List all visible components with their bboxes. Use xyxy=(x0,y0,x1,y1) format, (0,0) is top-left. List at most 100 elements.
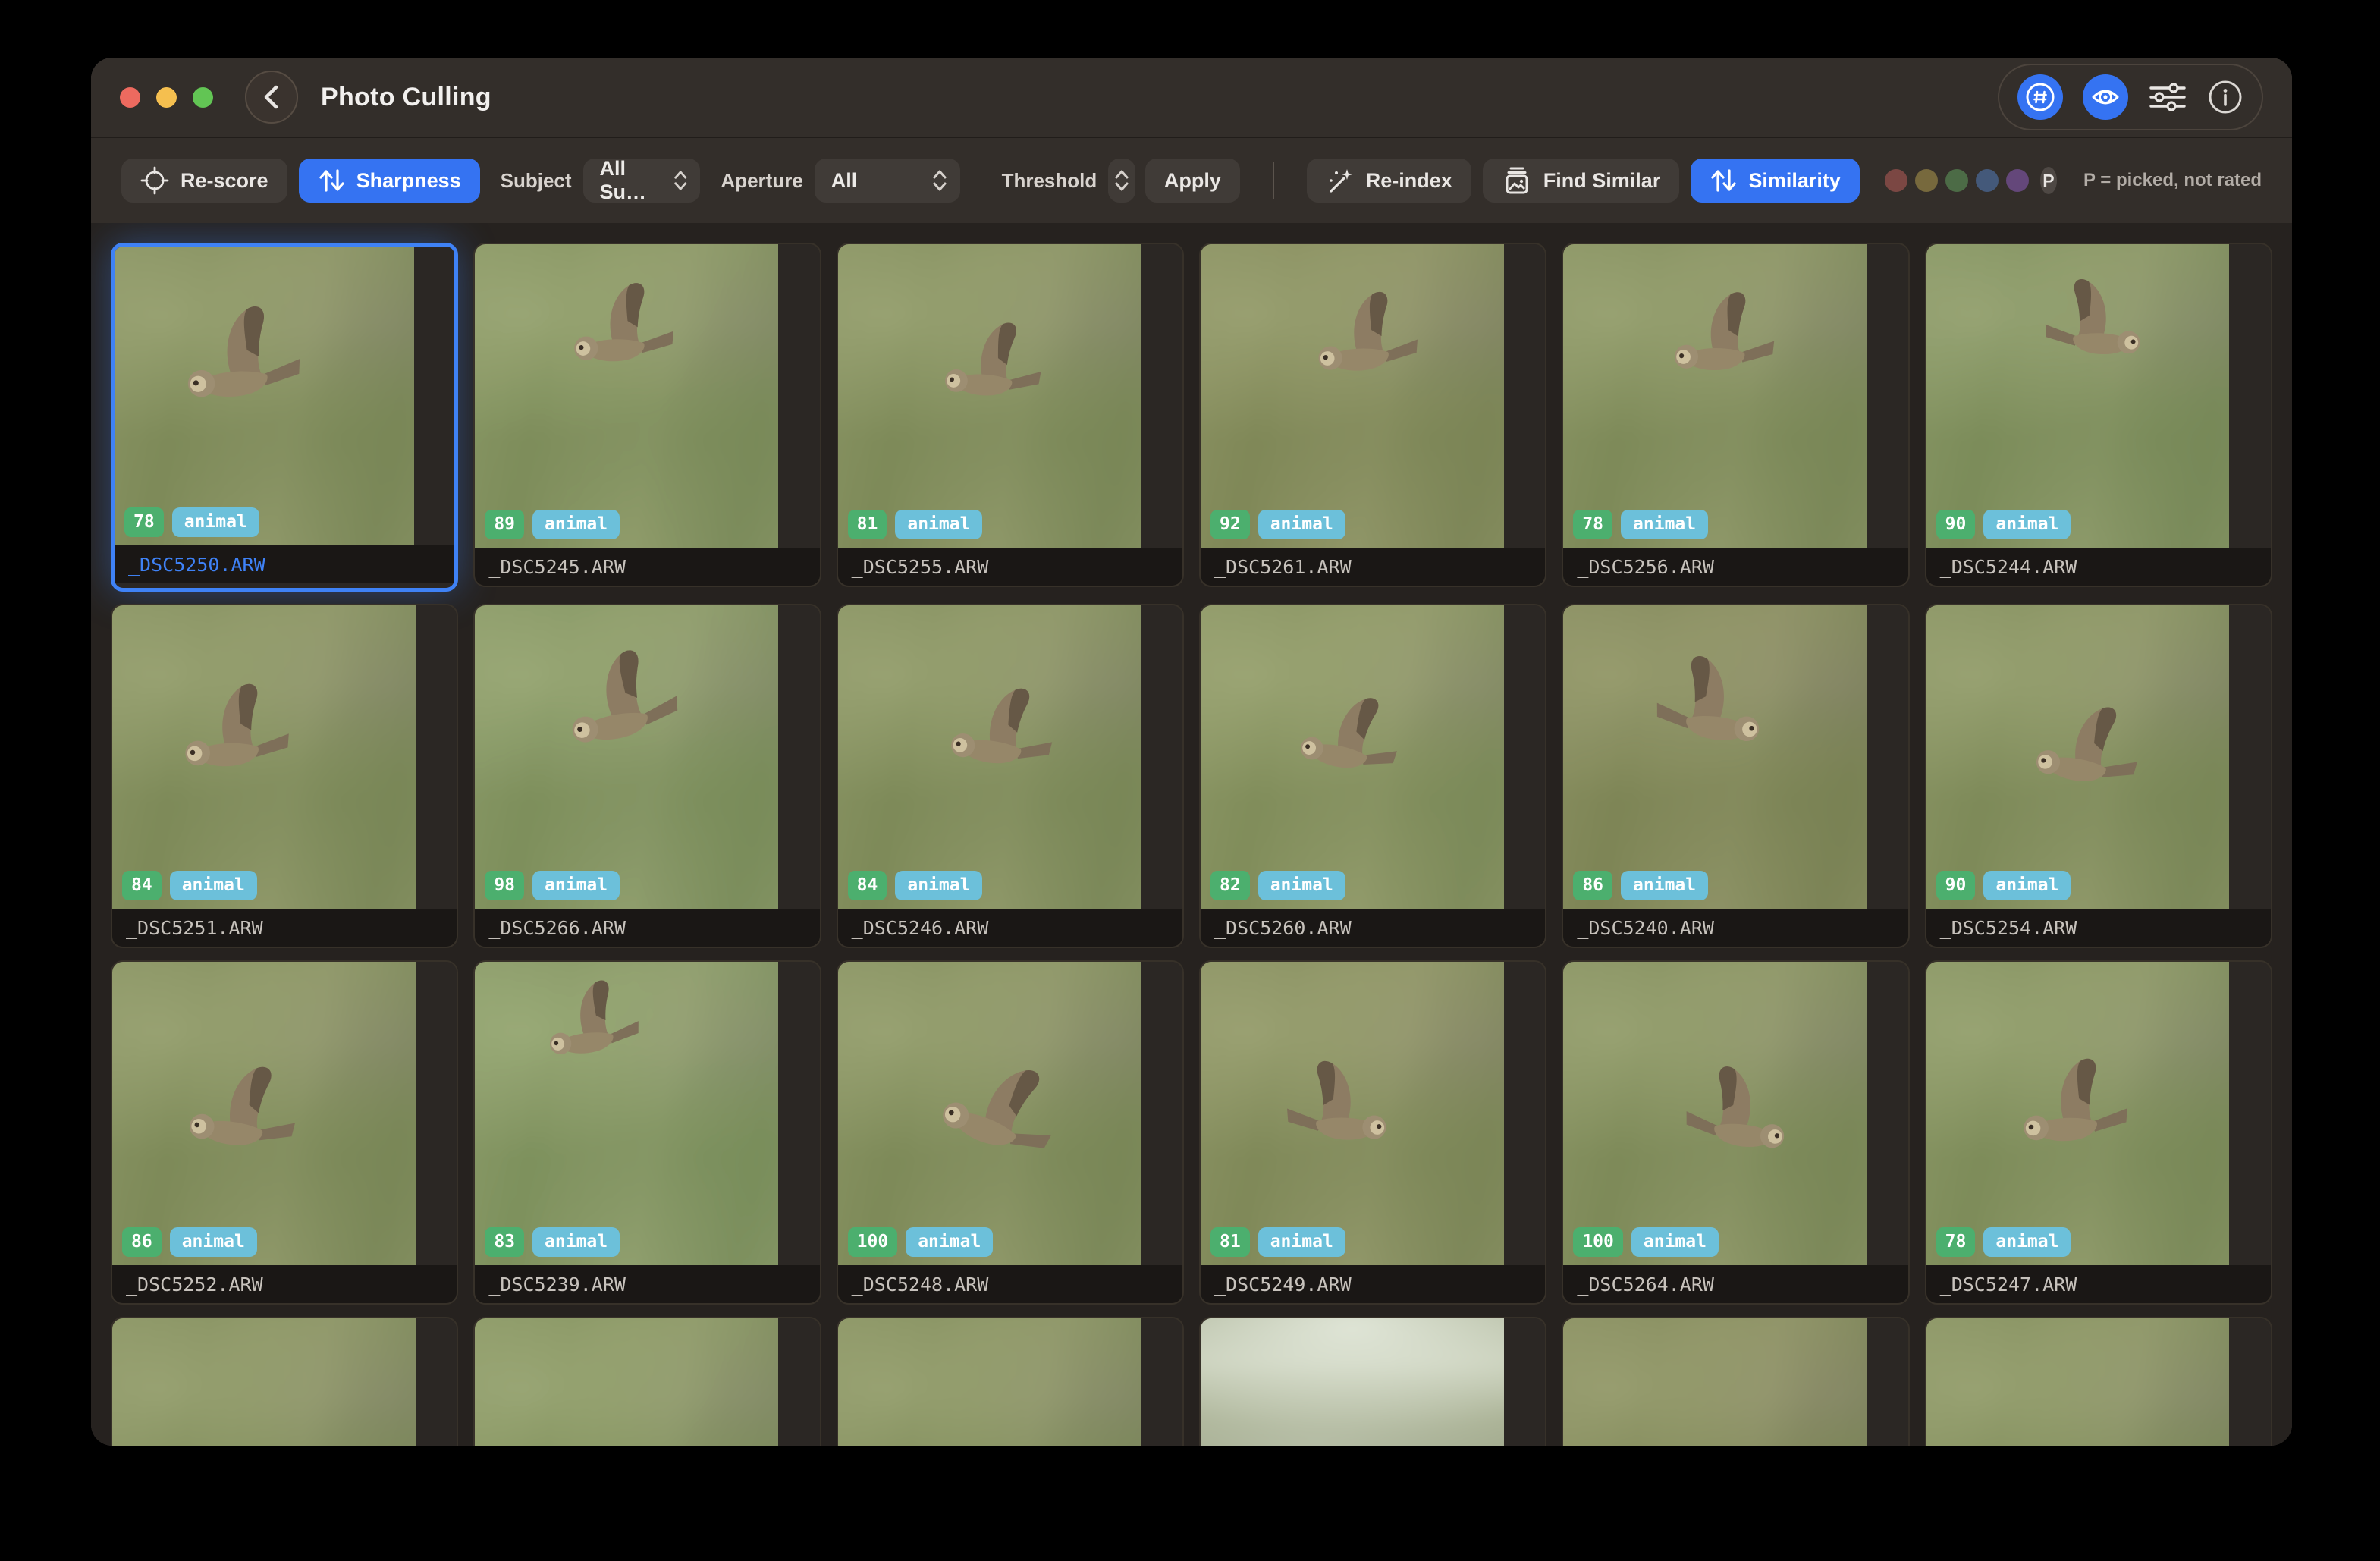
score-badge: 100 xyxy=(1573,1227,1623,1257)
bird-silhouette xyxy=(1258,1047,1411,1180)
photo-card[interactable]: 78 animal _DSC5256.ARW xyxy=(1562,243,1910,587)
tag-badge: animal xyxy=(1983,1227,2071,1257)
photo-thumbnail: 84 animal xyxy=(112,605,457,909)
threshold-stepper[interactable] xyxy=(1108,159,1135,203)
rating-dot[interactable] xyxy=(1914,169,1938,192)
photo-card[interactable]: 100 animal _DSC5264.ARW xyxy=(1562,960,1910,1305)
filename-label: _DSC5245.ARW xyxy=(475,548,820,586)
photo-card[interactable]: 90 animal _DSC5244.ARW xyxy=(1924,243,2272,587)
sort-similarity-button[interactable]: Similarity xyxy=(1691,159,1860,203)
rating-dot[interactable] xyxy=(1975,169,1999,192)
photo-card[interactable]: 81 animal _DSC5255.ARW xyxy=(836,243,1184,587)
hash-icon xyxy=(2026,83,2055,112)
hash-button[interactable] xyxy=(2017,74,2063,120)
photo-image xyxy=(1926,605,2230,909)
photo-card[interactable] xyxy=(836,1317,1184,1446)
filter-sliders-button[interactable] xyxy=(2148,80,2187,114)
score-badge: 86 xyxy=(122,1227,162,1257)
aperture-label: Aperture xyxy=(721,168,803,192)
photo-card[interactable] xyxy=(473,1317,821,1446)
photo-card[interactable]: 89 animal _DSC5245.ARW xyxy=(473,243,821,587)
photo-thumbnail: 84 animal xyxy=(837,605,1182,909)
photo-image xyxy=(475,605,779,909)
tag-badge: animal xyxy=(169,871,257,900)
apply-button[interactable]: Apply xyxy=(1144,159,1240,203)
photo-card[interactable]: 83 animal _DSC5239.ARW xyxy=(473,960,821,1305)
crosshair-icon xyxy=(140,166,169,195)
bird-silhouette xyxy=(551,270,702,400)
find-similar-label: Find Similar xyxy=(1543,168,1661,192)
sort-sharpness-button[interactable]: Sharpness xyxy=(298,159,480,203)
find-similar-button[interactable]: Find Similar xyxy=(1482,159,1680,203)
photo-card[interactable]: 82 animal _DSC5260.ARW xyxy=(1199,604,1547,948)
eye-button[interactable] xyxy=(2083,74,2128,120)
photo-card[interactable]: 84 animal _DSC5251.ARW xyxy=(111,604,459,948)
photo-image xyxy=(837,605,1141,909)
badge-row: 84 animal xyxy=(122,871,257,900)
photo-card[interactable]: 92 animal _DSC5261.ARW xyxy=(1199,243,1547,587)
filename-label: _DSC5249.ARW xyxy=(1201,1265,1546,1303)
reindex-button[interactable]: Re-index xyxy=(1306,159,1471,203)
aperture-select-value: All xyxy=(830,168,858,192)
photo-card[interactable]: 90 animal _DSC5254.ARW xyxy=(1924,604,2272,948)
info-button[interactable] xyxy=(2207,79,2243,115)
rating-dot[interactable] xyxy=(1884,169,1907,192)
photo-thumbnail: 86 animal xyxy=(112,962,457,1265)
photo-card[interactable]: 84 animal _DSC5246.ARW xyxy=(836,604,1184,948)
filter-sliders-icon xyxy=(2149,83,2186,112)
photo-image xyxy=(112,605,416,909)
close-window-button[interactable] xyxy=(120,86,140,108)
subject-select[interactable]: All Su… xyxy=(582,157,701,203)
tag-badge: animal xyxy=(1258,510,1345,539)
photo-image xyxy=(1201,962,1504,1265)
back-button[interactable] xyxy=(245,71,298,124)
photo-image xyxy=(837,1318,1141,1446)
photo-image xyxy=(1201,1318,1504,1446)
sort-arrows-icon xyxy=(319,169,344,192)
photo-card[interactable]: 86 animal _DSC5252.ARW xyxy=(111,960,459,1305)
bird-silhouette xyxy=(1294,278,1447,411)
photo-thumbnail xyxy=(475,1318,820,1446)
maximize-window-button[interactable] xyxy=(193,86,213,108)
photo-card[interactable]: 86 animal _DSC5240.ARW xyxy=(1562,604,1910,948)
similarity-label: Similarity xyxy=(1748,168,1841,192)
rating-dot[interactable] xyxy=(2005,169,2029,192)
score-badge: 84 xyxy=(122,871,162,900)
photo-thumbnail: 92 animal xyxy=(1201,244,1546,548)
score-badge: 90 xyxy=(1936,510,1976,539)
score-badge: 100 xyxy=(847,1227,898,1257)
aperture-select[interactable]: All xyxy=(814,159,960,203)
badge-row: 81 animal xyxy=(1210,1227,1345,1257)
minimize-window-button[interactable] xyxy=(156,86,177,108)
rescore-button[interactable]: Re-score xyxy=(121,159,287,203)
photo-image xyxy=(1926,1318,2230,1446)
photo-thumbnail xyxy=(1563,1318,1908,1446)
photo-card[interactable] xyxy=(1924,1317,2272,1446)
photo-card[interactable] xyxy=(111,1317,459,1446)
filename-label: _DSC5252.ARW xyxy=(112,1265,457,1303)
photo-card[interactable]: 81 animal _DSC5249.ARW xyxy=(1199,960,1547,1305)
photo-thumbnail xyxy=(112,1318,457,1446)
photo-card[interactable]: 78 animal _DSC5250.ARW xyxy=(111,243,459,592)
badge-row: 81 animal xyxy=(847,510,983,539)
badge-row: 78 animal xyxy=(124,507,259,537)
photo-card[interactable]: 98 animal _DSC5266.ARW xyxy=(473,604,821,948)
photo-card[interactable]: 100 animal _DSC5248.ARW xyxy=(836,960,1184,1305)
rescore-label: Re-score xyxy=(181,168,268,192)
photo-card[interactable]: 78 animal _DSC5247.ARW xyxy=(1924,960,2272,1305)
picked-badge: P xyxy=(2039,167,2058,194)
badge-row: 90 animal xyxy=(1936,510,2071,539)
photo-image xyxy=(1201,244,1504,548)
tag-badge: animal xyxy=(532,510,620,539)
score-badge: 92 xyxy=(1210,510,1250,539)
tag-badge: animal xyxy=(169,1227,257,1257)
tag-badge: animal xyxy=(1621,510,1709,539)
photo-card[interactable] xyxy=(1199,1317,1547,1446)
page-title: Photo Culling xyxy=(321,82,491,112)
filename-label: _DSC5240.ARW xyxy=(1563,909,1908,947)
score-badge: 81 xyxy=(847,510,887,539)
photo-card[interactable] xyxy=(1562,1317,1910,1446)
photo-image xyxy=(1926,244,2230,548)
rating-dot[interactable] xyxy=(1945,169,1968,192)
filename-label: _DSC5239.ARW xyxy=(475,1265,820,1303)
